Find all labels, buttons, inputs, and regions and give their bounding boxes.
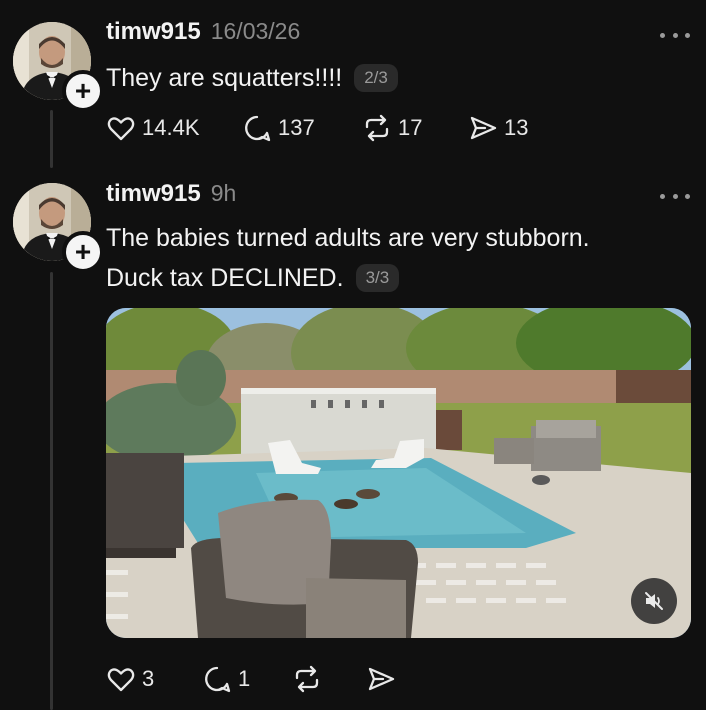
like-button[interactable]: 3 (106, 664, 202, 694)
share-button[interactable] (366, 664, 396, 694)
post-header: timw915 16/03/26 (106, 18, 300, 46)
comment-icon (245, 115, 271, 142)
post-actions: 14.4K 137 17 13 (106, 113, 528, 143)
thread-counter: 3/3 (355, 264, 400, 292)
thread-line (50, 110, 53, 168)
like-count: 3 (142, 666, 155, 691)
post-body: They are squatters!!!! (106, 64, 343, 92)
follow-button[interactable]: + (62, 70, 104, 112)
reply-button[interactable]: 137 (242, 113, 362, 143)
repost-icon (365, 114, 389, 142)
share-count: 13 (504, 115, 529, 140)
repost-button[interactable] (292, 664, 366, 694)
post-text: They are squatters!!!! 2/3 (106, 58, 686, 98)
post-body-line: The babies turned adults are very stubbo… (106, 224, 590, 252)
timestamp[interactable]: 9h (211, 180, 237, 207)
mute-toggle[interactable] (631, 578, 677, 624)
send-icon (368, 667, 395, 691)
repost-button[interactable]: 17 (362, 113, 468, 143)
heart-icon (107, 668, 135, 692)
thread-line (50, 272, 53, 710)
username[interactable]: timw915 (106, 18, 201, 46)
repost-count: 17 (398, 115, 423, 140)
more-options-icon[interactable] (660, 25, 690, 45)
reply-count: 1 (238, 666, 251, 691)
thread-counter: 2/3 (354, 64, 398, 92)
reply-count: 137 (278, 115, 315, 140)
like-button[interactable]: 14.4K (106, 113, 242, 143)
share-button[interactable]: 13 (468, 113, 528, 143)
follow-button[interactable]: + (62, 231, 104, 273)
video-frame (106, 308, 691, 638)
heart-icon (107, 117, 135, 141)
post-video[interactable] (106, 308, 691, 638)
comment-icon (205, 666, 231, 693)
repost-icon (295, 665, 319, 693)
post-text: The babies turned adults are very stubbo… (106, 218, 686, 298)
timestamp[interactable]: 16/03/26 (211, 18, 301, 45)
post-body-line: Duck tax DECLINED. (106, 264, 344, 292)
reply-button[interactable]: 1 (202, 664, 292, 694)
more-options-icon[interactable] (660, 186, 690, 206)
like-count: 14.4K (142, 115, 200, 140)
username[interactable]: timw915 (106, 180, 201, 208)
post-header: timw915 9h (106, 180, 236, 208)
muted-speaker-icon (645, 592, 663, 610)
post-actions: 3 1 (106, 664, 396, 694)
send-icon (470, 116, 497, 140)
